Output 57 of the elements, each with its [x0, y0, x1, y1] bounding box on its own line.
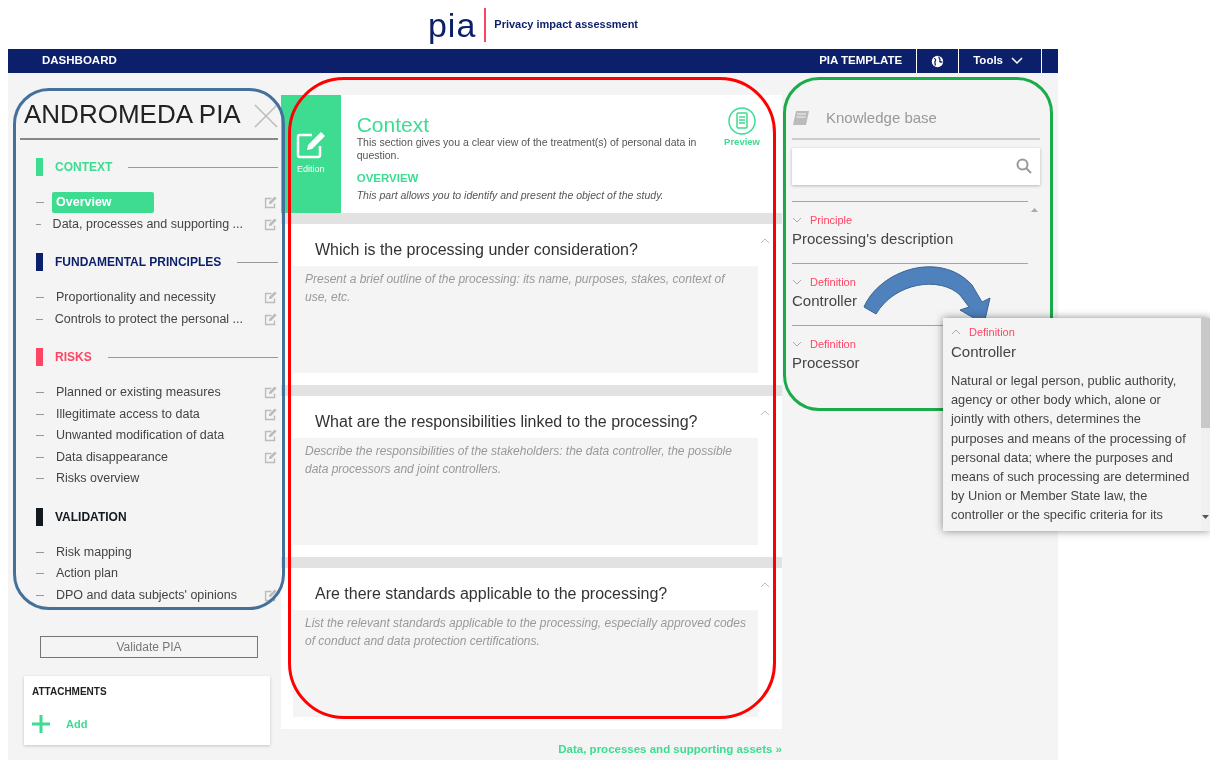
entry-category: Definition	[810, 274, 856, 290]
question-title: What are the responsibilities linked to the processing?	[315, 412, 698, 432]
chevron-icon[interactable]	[792, 278, 802, 285]
chevron-icon[interactable]	[760, 238, 770, 244]
scroll-down-icon[interactable]	[1202, 514, 1209, 520]
search-icon[interactable]	[1016, 158, 1032, 174]
pia-title: ANDROMEDA PIA	[24, 98, 241, 131]
question-title: Are there standards applicable to the processing?	[315, 584, 668, 604]
edit-icon	[295, 131, 326, 160]
add-icon[interactable]	[32, 715, 50, 733]
scrollbar-thumb[interactable]	[1201, 318, 1210, 428]
entry-title[interactable]: Controller	[792, 290, 1028, 313]
entry-category: Principle	[810, 212, 853, 228]
section-title: FUNDAMENTAL PRINCIPLES	[55, 254, 222, 271]
answer-field[interactable]: List the relevant standards applicable to the processing, especially approved codes of conduct and data protection certifications.	[293, 610, 758, 717]
answer-field[interactable]: Present a brief outline of the processing: its name, purposes, stakes, context of use, etc.	[293, 266, 758, 373]
chevron-icon[interactable]	[792, 340, 802, 347]
sidebar-item[interactable]: Illegitimate access to data	[52, 403, 204, 425]
section-title: RISKS	[55, 349, 92, 366]
section-heading: Context	[356, 113, 431, 137]
entry-category: Definition	[810, 336, 856, 352]
sidebar-item[interactable]: DPO and data subjects' opinions	[52, 584, 241, 606]
sidebar-item[interactable]: Data, processes and supporting ...	[48, 213, 247, 235]
section-title: CONTEXT	[55, 159, 113, 176]
section-description: This section gives you a clear view of the treatment(s) of personal data in question.	[356, 136, 698, 163]
sidebar-item[interactable]: Risk mapping	[52, 541, 136, 563]
scroll-up-icon[interactable]	[1030, 206, 1038, 212]
kb-title: Knowledge base	[826, 108, 937, 128]
subsection-heading: OVERVIEW	[356, 171, 420, 187]
dashboard-link[interactable]: DASHBOARD	[8, 49, 131, 73]
document-icon	[728, 107, 757, 135]
book-icon	[792, 110, 810, 127]
chevron-icon[interactable]	[760, 582, 770, 588]
subsection-description: This part allows you to identify and present the object of the study.	[356, 187, 665, 203]
entry-title[interactable]: Controller	[951, 340, 1193, 363]
definition-text: Natural or legal person, public authority, agency or other body which, alone or jointly with others, determines the purposes and means of the processing of personal data; where the purposes and means of such processing are determined by Union or Member State law, the controller or the specific criteria for its	[951, 372, 1191, 525]
entry-category: Definition	[969, 325, 1015, 340]
sidebar-item[interactable]: Action plan	[52, 563, 122, 585]
template-link[interactable]: PIA TEMPLATE	[805, 49, 917, 73]
sidebar-item[interactable]: Planned or existing measures	[52, 382, 225, 404]
entry-title[interactable]: Processing's description	[792, 228, 1028, 251]
chevron-icon[interactable]	[951, 329, 961, 336]
logo: pia	[427, 7, 477, 42]
chevron-icon[interactable]	[792, 216, 802, 223]
tagline: Privacy impact assessment	[494, 17, 639, 33]
question-title: Which is the processing under consideration?	[315, 240, 638, 260]
answer-field[interactable]: Describe the responsibilities of the stakeholders: the data controller, the possible data processors and joint controllers.	[293, 438, 758, 545]
chevron-icon[interactable]	[760, 410, 770, 416]
search-field[interactable]	[792, 147, 1040, 185]
sidebar-item[interactable]: Unwanted modification of data	[52, 425, 229, 447]
sidebar-item[interactable]: Proportionality and necessity	[52, 287, 220, 309]
logo-divider	[484, 7, 487, 42]
sidebar-item[interactable]: Risks overview	[52, 468, 144, 490]
sidebar-item[interactable]: Data disappearance	[52, 446, 172, 468]
sidebar-item[interactable]: Controls to protect the personal ...	[50, 308, 247, 330]
section-title: VALIDATION	[55, 508, 127, 526]
attachments-title: ATTACHMENTS	[32, 685, 108, 699]
